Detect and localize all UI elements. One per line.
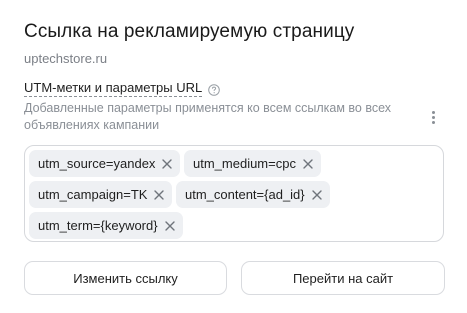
utm-tag-label: utm_term={keyword} [38,218,158,233]
ad-link-card: Ссылка на рекламируемую страницу uptechs… [0,0,467,313]
close-icon[interactable] [154,189,165,200]
site-domain: uptechstore.ru [24,51,108,66]
utm-tag-label: utm_medium=cpc [193,156,296,171]
utm-tag: utm_campaign=TK [29,181,173,208]
close-icon[interactable] [311,189,322,200]
page-title: Ссылка на рекламируемую страницу [24,21,355,42]
utm-tag-label: utm_source=yandex [38,156,156,171]
close-icon[interactable] [164,220,175,231]
utm-tag: utm_source=yandex [29,150,181,177]
utm-label[interactable]: UTM-метки и параметры URL [24,80,203,97]
utm-tag: utm_medium=cpc [184,150,321,177]
utm-tag-label: utm_content={ad_id} [185,187,305,202]
utm-description: Добавленные параметры применятся ко всем… [24,101,392,132]
utm-tag-label: utm_campaign=TK [38,187,148,202]
edit-link-button[interactable]: Изменить ссылку [24,261,227,295]
utm-tags-field[interactable]: utm_source=yandex utm_medium=cpc utm_cam… [24,145,444,242]
question-circle-icon[interactable] [208,83,221,96]
go-to-site-button[interactable]: Перейти на сайт [241,261,445,295]
kebab-menu-icon[interactable] [428,111,438,127]
utm-label-row: UTM-метки и параметры URL [24,80,221,97]
utm-tag: utm_content={ad_id} [176,181,330,208]
utm-tag: utm_term={keyword} [29,212,183,239]
close-icon[interactable] [303,158,313,169]
close-icon[interactable] [162,158,173,169]
